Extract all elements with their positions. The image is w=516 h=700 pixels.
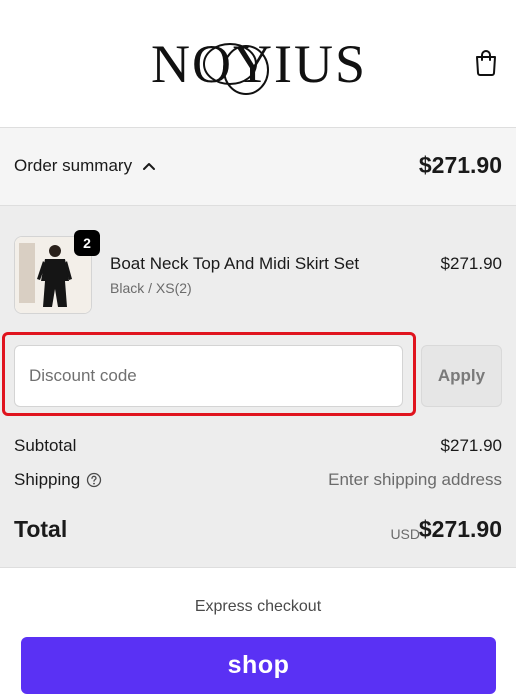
total-currency: USD [390, 526, 420, 542]
product-name: Boat Neck Top And Midi Skirt Set [110, 254, 360, 273]
checkout-header: NOYIUS [0, 0, 516, 128]
express-checkout-label: Express checkout [194, 598, 322, 615]
apply-discount-button[interactable]: Apply [421, 345, 502, 407]
subtotal-label: Subtotal [14, 436, 77, 455]
help-circle-icon[interactable] [86, 472, 102, 488]
order-summary-label: Order summary [14, 156, 133, 175]
product-variant: Black / XS(2) [110, 280, 192, 296]
order-summary-panel: 2 Boat Neck Top And Midi Skirt Set Black… [0, 206, 516, 568]
order-summary-total: $271.90 [418, 152, 502, 178]
order-summary-bar: Order summary $271.90 [0, 128, 516, 206]
brand-logo[interactable]: NOYIUS [138, 22, 380, 102]
discount-code-input[interactable] [14, 345, 403, 407]
total-label: Total [14, 516, 68, 542]
subtotal-value: $271.90 [440, 436, 502, 455]
shipping-label: Shipping [14, 470, 81, 489]
product-price: $271.90 [440, 254, 502, 273]
svg-text:NOYIUS: NOYIUS [151, 34, 367, 94]
chevron-up-icon [143, 163, 156, 170]
total-value: $271.90 [418, 516, 502, 542]
shipping-row-label: Shipping [14, 470, 102, 490]
order-summary-toggle[interactable]: Order summary [14, 156, 156, 176]
shopping-bag-icon[interactable] [474, 48, 498, 76]
shipping-value: Enter shipping address [328, 470, 502, 489]
shop-pay-button[interactable]: shop [21, 637, 496, 694]
quantity-badge: 2 [74, 230, 100, 256]
